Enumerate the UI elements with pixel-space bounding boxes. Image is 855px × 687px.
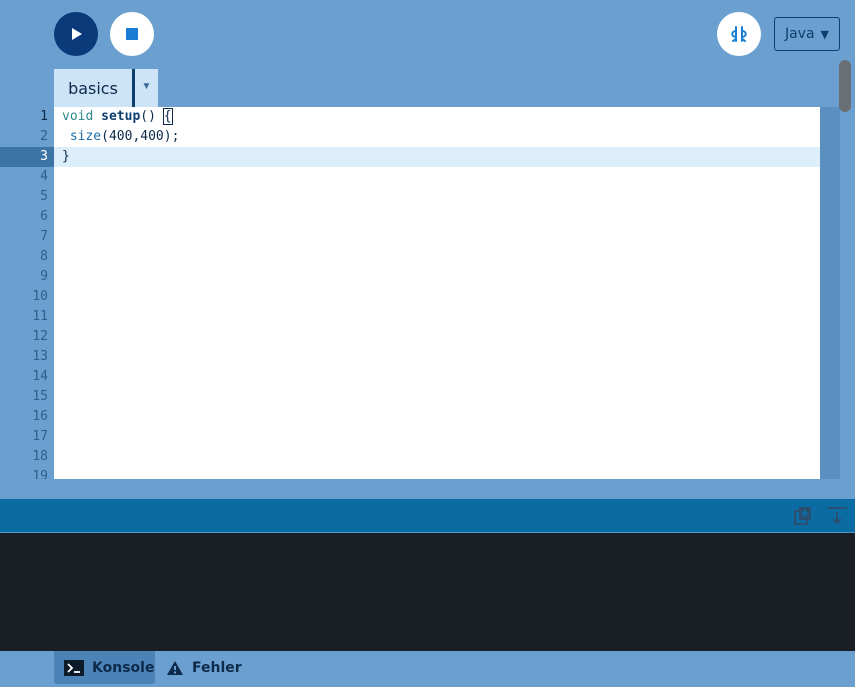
line-number-gutter: 1 2 3 4 5 6 7 8 9 10 11 12 13 14 15 16 1… <box>0 107 54 479</box>
bottom-tab-bar: Konsole Fehler <box>0 651 855 687</box>
code-token: (400,400); <box>101 129 180 144</box>
line-number: 15 <box>32 389 48 404</box>
debugger-icon <box>731 26 747 42</box>
clear-console-icon <box>827 507 847 525</box>
code-token: size <box>69 129 102 144</box>
console-scrollbar-thumb[interactable] <box>839 60 851 112</box>
editor-scrollbar[interactable] <box>820 107 840 479</box>
stop-icon <box>126 28 138 40</box>
toolbar: Java ▼ <box>0 0 855 68</box>
debugger-button[interactable] <box>717 12 761 56</box>
line-number: 10 <box>32 289 48 304</box>
editor-horizontal-scrollbar[interactable] <box>0 479 855 499</box>
chevron-down-icon: ▼ <box>820 27 830 41</box>
line-number: 1 <box>40 109 48 124</box>
tab-console[interactable]: Konsole <box>54 651 155 684</box>
code-line: } <box>62 147 70 167</box>
line-number: 5 <box>40 189 48 204</box>
tab-console-label: Konsole <box>92 659 155 676</box>
line-number: 14 <box>32 369 48 384</box>
tab-errors-label: Fehler <box>192 659 242 676</box>
mode-select[interactable]: Java ▼ <box>774 17 840 51</box>
line-number: 18 <box>32 449 48 464</box>
active-line-highlight <box>54 147 820 167</box>
console-scrollbar[interactable] <box>835 533 855 651</box>
line-number: 11 <box>32 309 48 324</box>
code-line: void setup() { <box>62 107 173 127</box>
console-header <box>0 499 855 533</box>
code-editor: 1 2 3 4 5 6 7 8 9 10 11 12 13 14 15 16 1… <box>0 107 855 479</box>
line-number: 8 <box>40 249 48 264</box>
terminal-icon <box>64 659 84 676</box>
code-token: void <box>62 109 94 124</box>
stop-button[interactable] <box>110 12 154 56</box>
line-number: 13 <box>32 349 48 364</box>
line-number: 12 <box>32 329 48 344</box>
line-number: 16 <box>32 409 48 424</box>
copy-icon <box>794 507 811 525</box>
matching-brace: { <box>162 108 173 125</box>
code-token: } <box>62 149 70 164</box>
line-number-active: 3 <box>0 147 54 167</box>
copy-console-button[interactable] <box>792 505 814 527</box>
play-icon <box>72 28 82 40</box>
code-token: () <box>140 109 164 124</box>
code-line: size(400,400); <box>62 127 180 147</box>
tab-basics[interactable]: basics <box>54 69 132 107</box>
line-number: 6 <box>40 209 48 224</box>
tab-errors[interactable]: Fehler <box>166 651 266 684</box>
code-token: setup <box>101 109 141 124</box>
line-number: 17 <box>32 429 48 444</box>
warning-icon <box>166 660 184 676</box>
tab-menu-button[interactable]: ▼ <box>135 69 158 107</box>
mode-select-label: Java <box>784 26 815 42</box>
line-number: 19 <box>32 469 48 479</box>
clear-console-button[interactable] <box>826 505 848 527</box>
chevron-down-icon: ▼ <box>141 81 152 92</box>
line-number: 2 <box>40 129 48 144</box>
line-number: 7 <box>40 229 48 244</box>
line-number: 4 <box>40 169 48 184</box>
run-button[interactable] <box>54 12 98 56</box>
code-text-area[interactable]: void setup() { size(400,400); } <box>54 107 820 479</box>
line-number: 9 <box>40 269 48 284</box>
console-output[interactable] <box>0 533 855 651</box>
